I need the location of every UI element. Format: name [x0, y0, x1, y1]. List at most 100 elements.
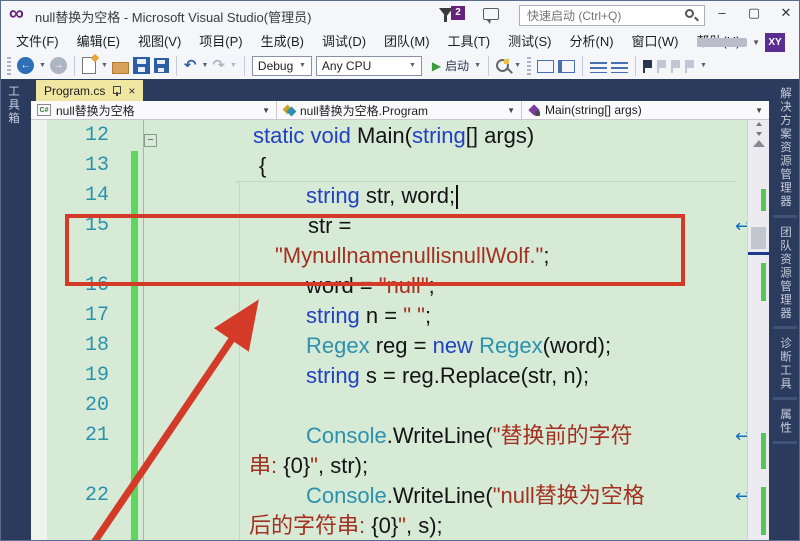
member-dropdown[interactable]: Main(string[] args) ▼	[522, 101, 769, 119]
open-file-button[interactable]	[111, 61, 129, 74]
sidebar-tab-toolbox[interactable]: 工具箱	[1, 79, 25, 132]
back-dropdown-icon[interactable]: ▼	[39, 62, 46, 69]
project-dropdown-label: null替换为空格	[56, 103, 135, 118]
increase-indent-icon[interactable]	[611, 61, 629, 73]
new-file-button[interactable]	[81, 53, 100, 74]
find-in-files-icon[interactable]	[496, 59, 513, 74]
type-dropdown[interactable]: null替换为空格.Program ▼	[277, 101, 522, 119]
scrollbar-thumb[interactable]	[751, 227, 766, 249]
menu-item-10[interactable]: 窗口(W)	[623, 29, 688, 52]
save-all-button[interactable]	[153, 58, 169, 73]
start-debug-icon[interactable]: ▶	[432, 59, 441, 73]
toolbar-grip-2[interactable]	[527, 56, 532, 75]
navigate-back-button[interactable]: ←	[17, 57, 34, 74]
menu-item-9[interactable]: 分析(N)	[560, 29, 622, 52]
menu-item-2[interactable]: 视图(V)	[129, 29, 190, 52]
close-button[interactable]: ✕	[773, 1, 799, 25]
annotation-rectangle	[65, 214, 685, 286]
menu-item-0[interactable]: 文件(F)	[7, 29, 68, 52]
sidebar-tab-1[interactable]: 团队资源管理器	[773, 220, 797, 329]
code-row: 17 string n = " ";	[31, 301, 747, 331]
undo-button[interactable]: ↶	[184, 57, 197, 74]
clear-bookmarks-icon[interactable]	[685, 59, 695, 73]
toggle-bookmark-icon[interactable]	[643, 59, 653, 73]
csharp-project-icon: C#	[37, 104, 51, 116]
menu-item-7[interactable]: 工具(T)	[439, 29, 500, 52]
sidebar-tab-2[interactable]: 诊断工具	[773, 331, 797, 400]
solution-configurations-combo[interactable]: Debug ▼	[251, 55, 312, 76]
scroll-up-arrow-icon[interactable]	[753, 140, 765, 147]
navigate-forward-button[interactable]: →	[49, 57, 67, 74]
line-number: 14	[84, 184, 109, 207]
minimize-button[interactable]: –	[709, 1, 735, 25]
menu-item-5[interactable]: 调试(D)	[313, 29, 375, 52]
menu-item-8[interactable]: 测试(S)	[499, 29, 560, 52]
code-editor[interactable]: − 12 static void Main(string[] args) 13{14…	[31, 120, 747, 540]
uncomment-selection-icon[interactable]	[558, 60, 576, 73]
redo-button[interactable]: ↷	[212, 57, 225, 74]
title-bar: ∞ null替换为空格 - Microsoft Visual Studio(管理…	[1, 1, 799, 29]
caret-position-mark	[748, 252, 770, 255]
line-number: 18	[84, 334, 109, 357]
menu-item-1[interactable]: 编辑(E)	[68, 29, 129, 52]
document-tab-program-cs[interactable]: Program.cs ×	[36, 80, 144, 101]
menu-item-3[interactable]: 项目(P)	[190, 29, 251, 52]
redo-dropdown-icon[interactable]: ▼	[230, 62, 237, 69]
line-number: 12	[84, 124, 109, 147]
project-dropdown[interactable]: C# null替换为空格 ▼	[31, 101, 277, 119]
pin-tab-icon[interactable]	[112, 85, 122, 96]
menu-item-4[interactable]: 生成(B)	[252, 29, 313, 52]
search-icon[interactable]	[685, 9, 694, 18]
sidebar-tab-0[interactable]: 解决方案资源管理器	[773, 81, 797, 218]
user-account-area[interactable]: ▼ XY	[697, 33, 785, 52]
toolbar-overflow2-icon[interactable]: ▼	[700, 62, 707, 69]
sidebar-tab-3[interactable]: 属性	[773, 402, 797, 444]
line-number: 20	[84, 394, 109, 417]
toolbar-grip[interactable]	[7, 56, 11, 75]
change-mark	[761, 433, 766, 469]
word-wrap-indicator-icon: ↩	[735, 212, 747, 242]
code-row: 22Console.WriteLine("null替换为空格↩	[31, 481, 747, 511]
class-icon	[283, 104, 295, 116]
menu-bar: 文件(F) 编辑(E) 视图(V) 项目(P) 生成(B) 调试(D) 团队(M) 工具(T)…	[1, 29, 799, 52]
quick-launch-input[interactable]	[519, 5, 705, 26]
editor-scrollbar[interactable]	[747, 120, 770, 540]
user-name-redacted	[697, 38, 748, 47]
member-dropdown-label: Main(string[] args)	[545, 103, 642, 117]
code-lines: 12 static void Main(string[] args) 13{14st…	[31, 120, 747, 540]
new-file-dropdown-icon[interactable]: ▼	[101, 62, 108, 69]
start-debug-button[interactable]: 启动	[445, 57, 469, 74]
feedback-icon[interactable]	[483, 8, 499, 24]
comment-selection-icon[interactable]	[537, 60, 555, 73]
code-row: 后的字符串: {0}", s);	[249, 513, 443, 538]
next-bookmark-icon[interactable]	[671, 59, 681, 73]
solution-platforms-combo[interactable]: Any CPU ▼	[315, 55, 422, 76]
menu-item-6[interactable]: 团队(M)	[375, 29, 439, 52]
visual-studio-logo-icon: ∞	[9, 2, 24, 25]
word-wrap-indicator-icon: ↩	[735, 422, 747, 452]
line-number: 22	[84, 484, 109, 507]
left-tool-panel: 工具箱	[1, 79, 31, 540]
text-caret	[456, 185, 459, 210]
chevron-down-icon: ▼	[752, 38, 760, 47]
code-row: 13{	[31, 151, 747, 181]
vs-window: ∞ null替换为空格 - Microsoft Visual Studio(管理…	[0, 0, 800, 541]
chevron-down-icon: ▼	[262, 105, 270, 115]
code-row: 18 Regex reg = new Regex(word);	[31, 331, 747, 361]
splitter-handle-icon[interactable]	[753, 122, 765, 136]
notifications-flag-icon[interactable]: 2	[439, 6, 465, 24]
code-row: 串: {0}", str);	[249, 453, 369, 478]
save-button[interactable]	[132, 57, 150, 74]
toolbar-overflow-icon[interactable]: ▼	[514, 62, 521, 69]
decrease-indent-icon[interactable]	[590, 61, 608, 73]
prev-bookmark-icon[interactable]	[657, 59, 667, 73]
maximize-button[interactable]: ▢	[741, 1, 767, 25]
chevron-down-icon: ▼	[507, 105, 515, 115]
start-dropdown-icon[interactable]: ▼	[474, 62, 481, 69]
right-tool-panel: 解决方案资源管理器 团队资源管理器 诊断工具 属性	[769, 79, 799, 540]
close-tab-icon[interactable]: ×	[128, 85, 135, 97]
undo-dropdown-icon[interactable]: ▼	[201, 62, 208, 69]
code-row: 14 string str, word;	[31, 181, 747, 211]
code-row: 19 string s = reg.Replace(str, n);	[31, 361, 747, 391]
type-dropdown-label: null替换为空格.Program	[300, 103, 429, 118]
